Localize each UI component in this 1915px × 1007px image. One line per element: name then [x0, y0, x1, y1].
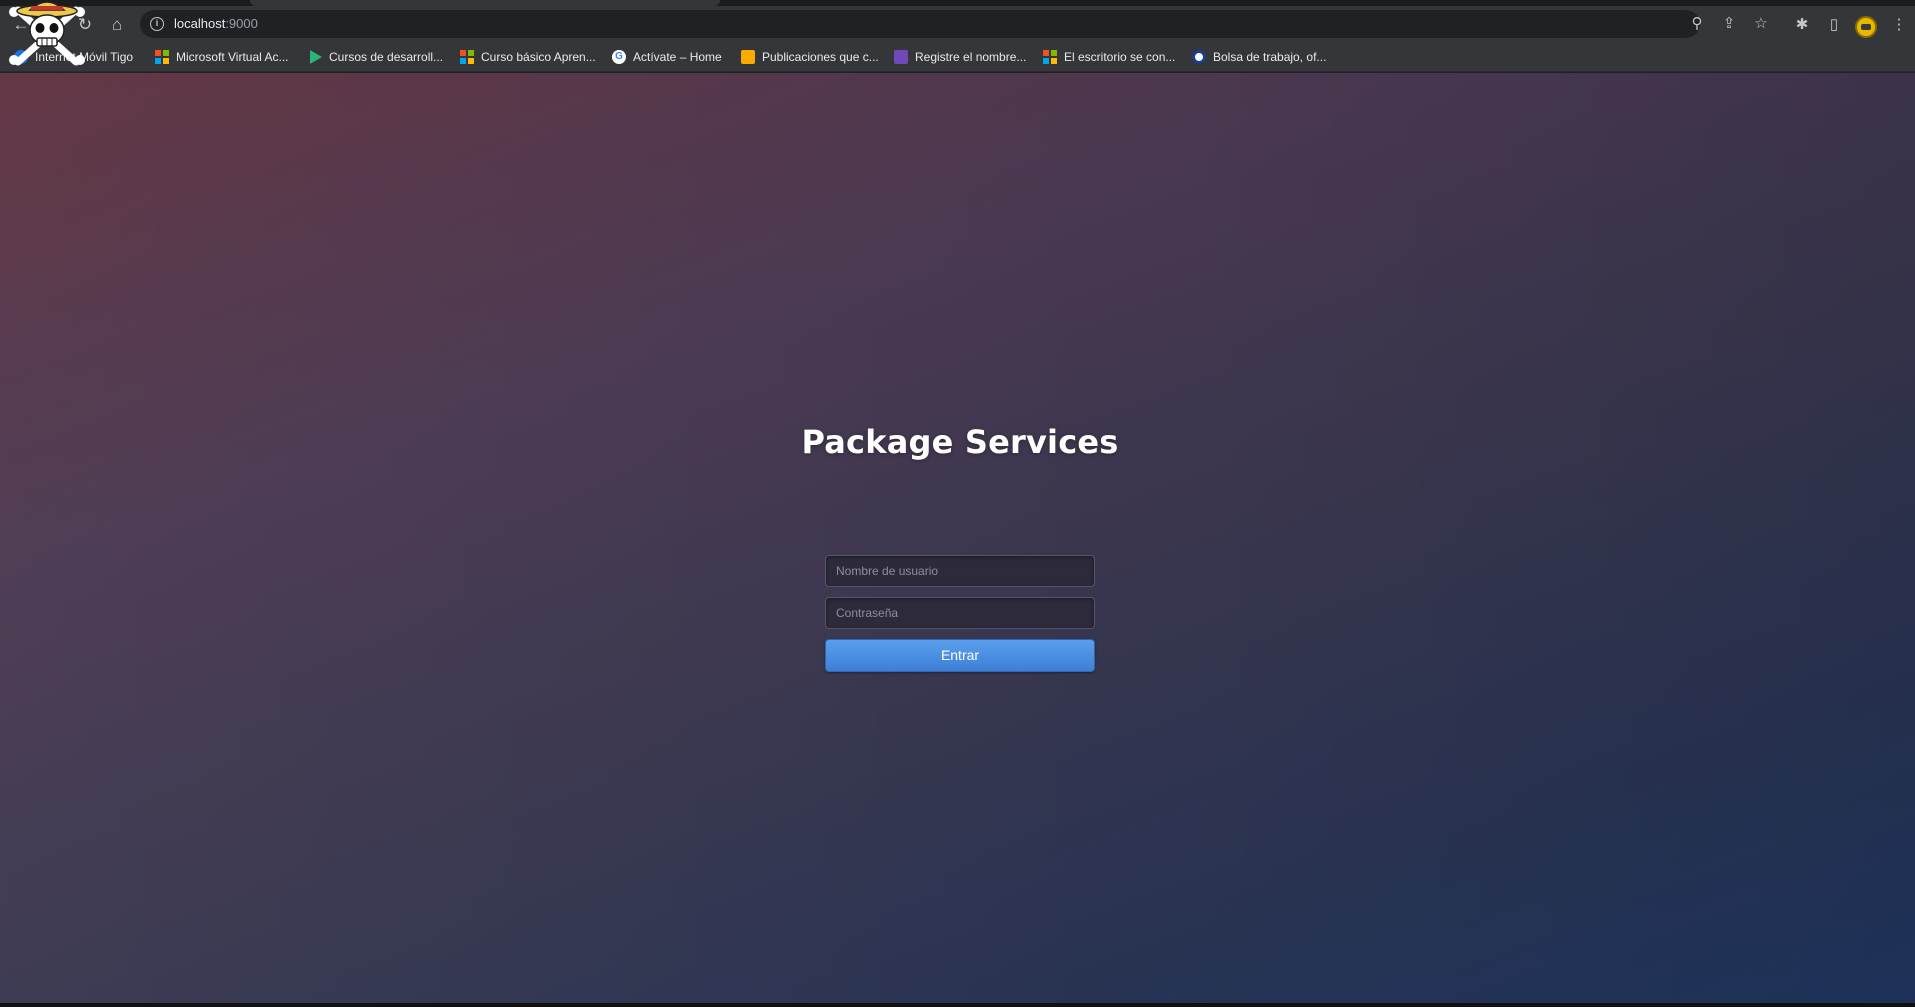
menu-icon[interactable]: ⋮ [1886, 12, 1912, 38]
bookmark-item[interactable]: Curso básico Apren... [460, 48, 596, 66]
bookmark-item[interactable]: Publicaciones que c... [741, 48, 879, 66]
bookmark-item[interactable]: G Actívate – Home [612, 48, 722, 66]
bookmark-item[interactable]: El escritorio se con... [1043, 48, 1175, 66]
microsoft-icon [155, 50, 169, 64]
extensions-icon[interactable]: ✱ [1789, 12, 1815, 38]
site-info-icon[interactable]: i [150, 17, 164, 31]
bookmark-label: Microsoft Virtual Ac... [176, 50, 289, 64]
google-icon: G [612, 50, 626, 64]
publication-icon [741, 50, 755, 64]
address-bar[interactable]: i localhost:9000 ⚲ ⇪ ☆ [140, 10, 1768, 38]
bookmark-item[interactable]: Cursos de desarroll... [310, 48, 443, 66]
bookmark-item[interactable]: Bolsa de trabajo, of... [1192, 48, 1326, 66]
zoom-icon[interactable]: ⚲ [1685, 12, 1709, 36]
bookmark-label: Publicaciones que c... [762, 50, 879, 64]
profile-avatar[interactable] [1855, 16, 1877, 38]
bookmark-label: Cursos de desarroll... [329, 50, 444, 64]
bookmark-star-icon[interactable]: ☆ [1749, 12, 1773, 36]
bookmark-label: El escritorio se con... [1064, 50, 1176, 64]
microsoft-icon [1043, 50, 1057, 64]
share-icon[interactable]: ⇪ [1717, 12, 1741, 36]
bookmark-label: Bolsa de trabajo, of... [1213, 50, 1327, 64]
login-button[interactable]: Entrar [825, 639, 1095, 672]
skull-sticker-icon [9, 1, 85, 66]
password-field[interactable]: Contraseña [825, 597, 1095, 629]
bookmarks-bar: Internet Móvil Tigo Microsoft Virtual Ac… [0, 42, 1915, 72]
home-icon[interactable]: ⌂ [104, 12, 130, 38]
window-bottom-edge [0, 1003, 1915, 1007]
form-icon [894, 50, 908, 64]
bookmark-label: Curso básico Apren... [481, 50, 596, 64]
username-field[interactable]: Nombre de usuario [825, 555, 1095, 587]
bookmark-item[interactable]: Microsoft Virtual Ac... [155, 48, 288, 66]
bookmark-label: Registre el nombre... [915, 50, 1027, 64]
microsoft-icon [460, 50, 474, 64]
play-icon [310, 50, 322, 64]
page-content: Package Services Nombre de usuario Contr… [0, 73, 1915, 1003]
bookmark-label: Actívate – Home [633, 50, 722, 64]
bolsa-icon [1192, 50, 1206, 64]
address-url[interactable]: localhost:9000 [174, 16, 258, 31]
side-panel-icon[interactable]: ▯ [1821, 12, 1847, 38]
page-title: Package Services [801, 423, 1119, 461]
browser-toolbar: ← → ↻ ⌂ i localhost:9000 ⚲ ⇪ ☆ ✱ ▯ ⋮ [0, 6, 1915, 42]
bookmark-item[interactable]: Registre el nombre... [894, 48, 1026, 66]
